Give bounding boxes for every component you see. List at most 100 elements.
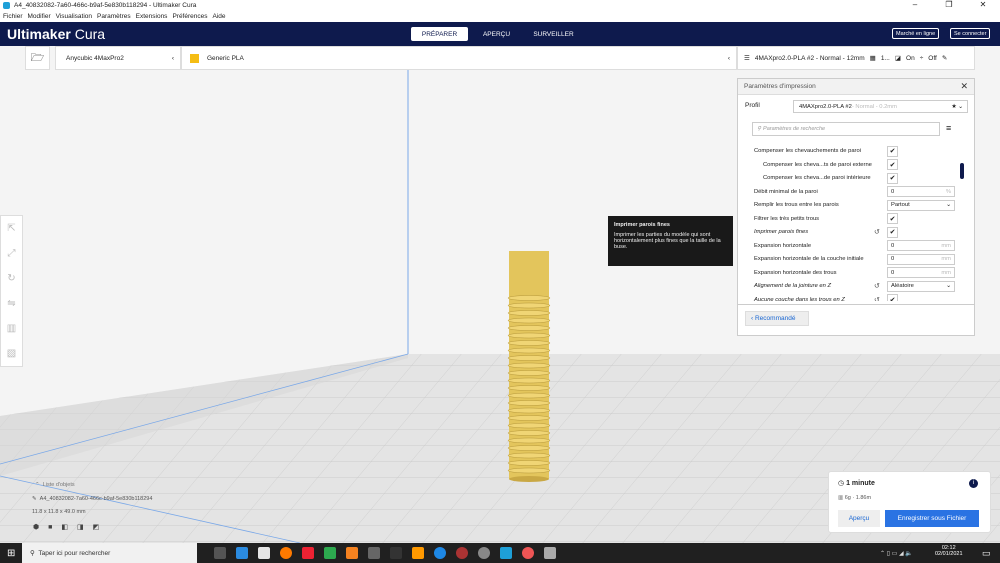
title-bar: A4_40832082-7a60-466c-b9af-5e830b118294 …: [0, 0, 1000, 11]
clock[interactable]: 02:12 02/01/2021: [935, 545, 963, 557]
setting-row[interactable]: Imprimer parois fines ↺ ✔: [754, 226, 956, 238]
open-file-button[interactable]: 🗁: [25, 46, 50, 70]
panel-title: Paramètres d'impression: [744, 83, 816, 90]
setting-checkbox[interactable]: ✔: [887, 213, 898, 224]
support-blocker-icon[interactable]: ▧: [1, 341, 22, 366]
login-button[interactable]: Se connecter: [950, 28, 991, 39]
close-panel-icon[interactable]: ✕: [960, 81, 968, 92]
setting-select[interactable]: Partout ⌄: [887, 199, 955, 211]
preview-button[interactable]: Aperçu: [838, 510, 880, 527]
object-list-toggle[interactable]: ⌃ Liste d'objets: [35, 482, 75, 488]
setting-checkbox[interactable]: ✔: [887, 159, 898, 170]
setting-row[interactable]: Aucune couche dans les trous en Z ↺ ✔: [754, 294, 956, 302]
notifications-icon[interactable]: ▭: [982, 548, 991, 559]
setting-input[interactable]: 0%: [887, 186, 955, 197]
setting-checkbox[interactable]: ✔: [887, 172, 898, 184]
object-name-row[interactable]: ✎ A4_40832082-7a60-466c-b9af-5e830b11829…: [32, 496, 152, 502]
system-tray-icons[interactable]: ⌃ ▯ ▭ ◢ 🔈: [880, 550, 913, 557]
move-tool-icon[interactable]: ⇱: [1, 216, 22, 241]
app-icon[interactable]: [478, 547, 490, 559]
per-model-settings-icon[interactable]: ▥: [1, 316, 22, 341]
app-icon[interactable]: [390, 547, 402, 559]
edge-icon[interactable]: [236, 547, 248, 559]
setting-row[interactable]: Débit minimal de la paroi 0%: [754, 186, 956, 198]
setting-row[interactable]: Expansion horizontale 0 mm: [754, 240, 956, 252]
menu-fichier[interactable]: Fichier: [3, 13, 23, 20]
setting-value: 0: [891, 256, 895, 262]
mirror-tool-icon[interactable]: ⇋: [1, 291, 22, 316]
print-settings-panel: Paramètres d'impression ✕ Profil 4MAXpro2…: [737, 78, 975, 336]
tab-apercu[interactable]: APERÇU: [468, 27, 525, 41]
setting-input[interactable]: 0 mm: [887, 253, 955, 265]
scale-tool-icon[interactable]: ⤢: [1, 241, 22, 266]
chevron-left-icon: ‹: [171, 54, 174, 62]
settings-menu-icon[interactable]: ≡: [946, 123, 951, 133]
marketplace-button[interactable]: Marché en ligne: [892, 28, 940, 39]
setting-row[interactable]: Remplir les trous entre les parois Partou…: [754, 199, 956, 211]
info-icon[interactable]: i: [969, 479, 978, 488]
rotate-tool-icon[interactable]: ↻: [1, 266, 22, 291]
setting-row[interactable]: Expansion horizontale des trous 0 mm: [754, 267, 956, 279]
app-icon[interactable]: [324, 547, 336, 559]
setting-row[interactable]: Expansion horizontale de la couche initi…: [754, 253, 956, 265]
cura-taskbar-icon[interactable]: [500, 547, 512, 559]
reset-icon[interactable]: ↺: [874, 282, 880, 290]
tab-preparer[interactable]: PRÉPARER: [411, 27, 468, 41]
minimize-button[interactable]: –: [898, 0, 932, 9]
menu-modifier[interactable]: Modifier: [28, 13, 51, 20]
3d-model[interactable]: [507, 251, 551, 482]
settings-search-input[interactable]: ⚲ Paramètres de recherche: [752, 122, 940, 136]
app-icon[interactable]: [456, 547, 468, 559]
app-icon[interactable]: [522, 547, 534, 559]
print-settings-summary[interactable]: ☰ 4MAXpro2.0-PLA #2 - Normal - 12mm ▦ 1...…: [737, 46, 975, 70]
profile-dropdown[interactable]: 4MAXpro2.0-PLA #2 - Normal - 0.2mm ★ ⌄: [793, 100, 968, 113]
firefox-icon[interactable]: [280, 547, 292, 559]
setting-row[interactable]: Compenser les chevauchements de paroi ✔: [754, 145, 956, 157]
setting-unit: mm: [941, 242, 951, 249]
setting-unit: %: [945, 188, 951, 195]
reset-icon[interactable]: ↺: [874, 296, 880, 302]
setting-checkbox[interactable]: ✔: [887, 294, 898, 301]
app-icon[interactable]: [434, 547, 446, 559]
app-icon[interactable]: [368, 547, 380, 559]
star-icon[interactable]: ★ ⌄: [951, 104, 963, 110]
menu-extensions[interactable]: Extensions: [136, 13, 168, 20]
setting-row[interactable]: Filtrer les très petits trous ✔: [754, 213, 956, 225]
app-icon[interactable]: [302, 547, 314, 559]
menu-visualisation[interactable]: Visualisation: [56, 13, 92, 20]
calculator-icon[interactable]: [544, 547, 556, 559]
tab-surveiller[interactable]: SURVEILLER: [525, 27, 582, 41]
app-icon[interactable]: [346, 547, 358, 559]
search-placeholder: Paramètres de recherche: [763, 126, 826, 132]
setting-checkbox[interactable]: ✔: [887, 226, 898, 238]
setting-row[interactable]: Compenser les cheva...ts de paroi extern…: [754, 159, 956, 171]
store-icon[interactable]: [258, 547, 270, 559]
reset-icon[interactable]: ↺: [874, 228, 880, 236]
app-icon[interactable]: [412, 547, 424, 559]
save-to-file-button[interactable]: Enregistrer sous Fichier: [885, 510, 979, 527]
menu-preferences[interactable]: Préférences: [172, 13, 207, 20]
settings-scrollbar[interactable]: [960, 163, 964, 179]
taskbar-date: 02/01/2021: [935, 551, 963, 557]
close-button[interactable]: ✕: [966, 0, 1000, 9]
object-dimensions: 11.8 x 11.8 x 49.0 mm: [32, 509, 86, 515]
material-selector[interactable]: Generic PLA ‹: [181, 46, 737, 70]
setting-unit: mm: [941, 256, 951, 262]
clock-icon: ◷: [838, 480, 845, 487]
taskbar-search[interactable]: ⚲ Taper ici pour rechercher: [22, 543, 197, 563]
setting-select[interactable]: Aléatoire ⌄: [887, 280, 955, 292]
material-usage: 6g · 1.86m: [844, 495, 872, 501]
menu-aide[interactable]: Aide: [212, 13, 225, 20]
view-orientation-buttons[interactable]: ⬢■◧◨◩: [33, 523, 108, 531]
setting-checkbox[interactable]: ✔: [887, 145, 898, 157]
windows-start-icon[interactable]: ⊞: [7, 548, 15, 559]
menu-parametres[interactable]: Paramètres: [97, 13, 131, 20]
recommended-button[interactable]: ‹ Recommandé: [745, 311, 809, 326]
setting-input[interactable]: 0 mm: [887, 240, 955, 251]
printer-selector[interactable]: Anycubic 4MaxPro2 ‹: [55, 46, 181, 70]
setting-input[interactable]: 0 mm: [887, 267, 955, 278]
setting-row[interactable]: Alignement de la jointure en Z ↺ Aléatoire…: [754, 280, 956, 292]
task-view-icon[interactable]: [214, 547, 226, 559]
setting-row[interactable]: Compenser les cheva...de paroi intérieur…: [754, 172, 956, 184]
maximize-button[interactable]: ❐: [932, 0, 966, 9]
